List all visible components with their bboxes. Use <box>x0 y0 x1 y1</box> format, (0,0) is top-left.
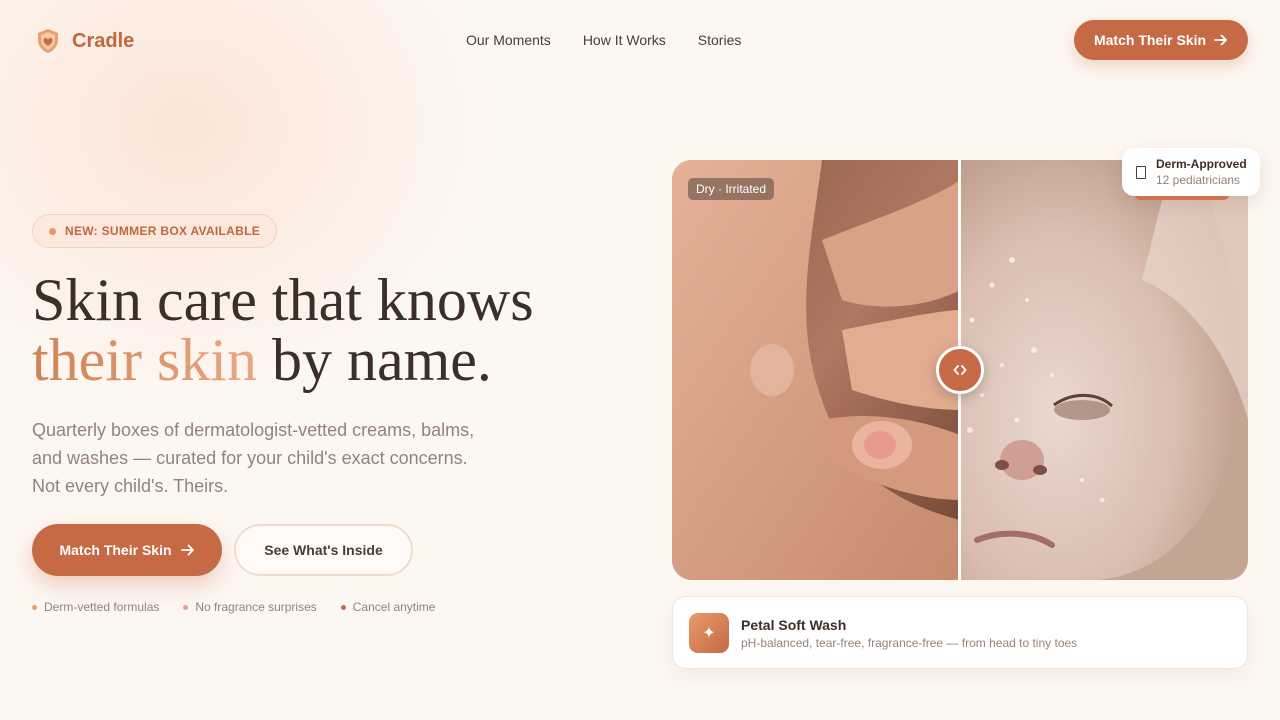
arrow-right-icon <box>180 544 194 556</box>
feature-dot <box>340 604 346 610</box>
feature-item: Cancel anytime <box>340 600 436 614</box>
top-nav: Cradle Our Moments How It Works Stories … <box>0 0 1280 80</box>
comparison-slider-handle[interactable] <box>936 346 984 394</box>
brand-logo[interactable]: Cradle <box>34 27 134 55</box>
subtitle-line-1: Quarterly boxes of dermatologist-vetted … <box>32 420 475 440</box>
nav-match-skin-button[interactable]: Match Their Skin <box>1074 20 1248 60</box>
feature-dot <box>183 604 189 610</box>
nav-link-our-moments[interactable]: Our Moments <box>466 32 551 48</box>
headline-line-1: Skin care that knows <box>32 267 534 333</box>
feature-label: Derm-vetted formulas <box>44 600 160 614</box>
hero-subtitle: Quarterly boxes of dermatologist-vetted … <box>32 416 502 500</box>
hero-headline: Skin care that knows their skin by name. <box>32 270 632 390</box>
before-tag: Dry · Irritated <box>688 178 775 200</box>
product-description: pH-balanced, tear-free, fragrance-free —… <box>741 636 1078 650</box>
feature-dot <box>32 604 37 610</box>
headline-accent: their skin <box>32 327 257 393</box>
brand-name: Cradle <box>72 29 135 52</box>
derm-approved-badge: Derm-Approved 12 pediatricians <box>1122 148 1260 196</box>
arrow-right-icon <box>1214 34 1227 46</box>
primary-button-label: Match Their Skin <box>59 542 172 558</box>
badge-subtitle: 12 pediatricians <box>1156 172 1241 187</box>
clipboard-icon <box>1136 165 1146 179</box>
headline-rest: by name. <box>256 327 492 393</box>
sparkle-icon: ✦ <box>689 613 729 653</box>
nav-cta-label: Match Their Skin <box>1093 32 1207 48</box>
badge-text: Derm-Approved 12 pediatricians <box>1156 157 1247 188</box>
feature-label: Cancel anytime <box>352 600 436 614</box>
feature-list: Derm-vetted formulas No fragrance surpri… <box>32 600 435 614</box>
headline-line-2: their skin by name. <box>32 330 632 390</box>
nav-link-stories[interactable]: Stories <box>698 32 742 48</box>
feature-item: Derm-vetted formulas <box>32 600 159 614</box>
shield-heart-icon <box>38 29 58 53</box>
hero-match-skin-button[interactable]: Match Their Skin <box>32 524 222 576</box>
chevrons-left-right-icon <box>953 365 967 375</box>
pill-text: NEW: SUMMER BOX AVAILABLE <box>65 224 261 238</box>
feature-item: No fragrance surprises <box>183 600 317 614</box>
subtitle-line-2: and washes — curated for your child's ex… <box>32 448 468 468</box>
product-name: Petal Soft Wash <box>741 617 847 633</box>
subtitle-line-3: Not every child's. Theirs. <box>32 476 229 496</box>
product-card[interactable]: ✦ Petal Soft Wash pH-balanced, tear-free… <box>672 596 1248 669</box>
badge-title: Derm-Approved <box>1156 156 1247 171</box>
announcement-pill[interactable]: NEW: SUMMER BOX AVAILABLE <box>32 214 278 248</box>
pill-dot <box>49 227 56 235</box>
nav-links: Our Moments How It Works Stories <box>466 32 741 48</box>
see-whats-inside-button[interactable]: See What's Inside <box>234 524 413 576</box>
nav-link-how-it-works[interactable]: How It Works <box>583 32 666 48</box>
feature-label: No fragrance surprises <box>195 600 317 614</box>
